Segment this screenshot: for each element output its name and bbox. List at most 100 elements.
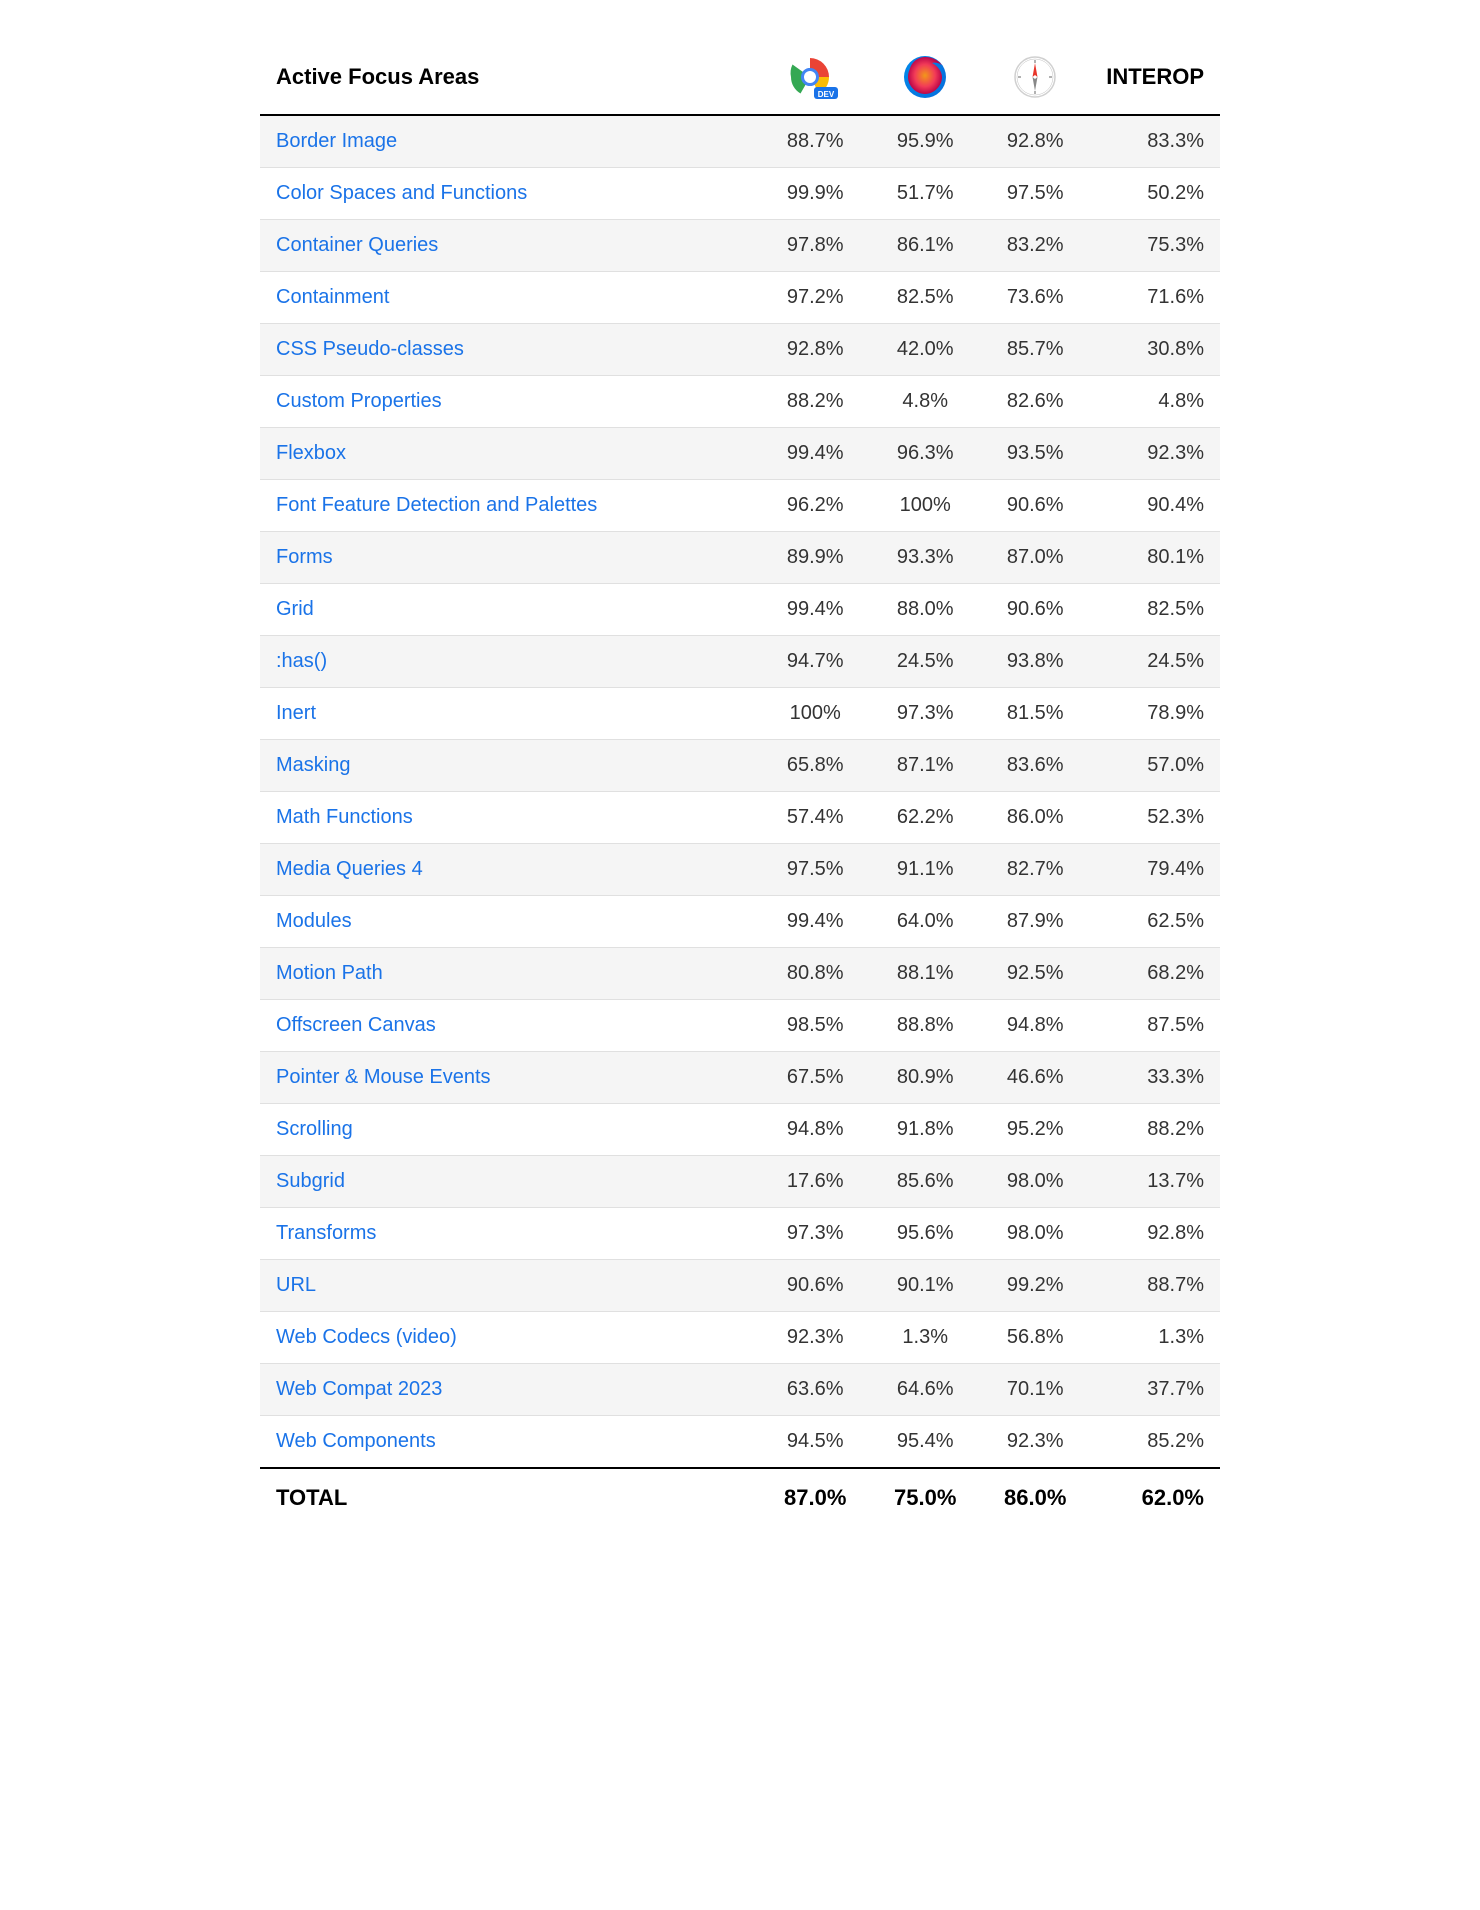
row-interop: 85.2% [1090, 1416, 1220, 1469]
row-name[interactable]: Inert [260, 688, 760, 740]
total-safari: 86.0% [980, 1468, 1090, 1527]
row-interop: 57.0% [1090, 740, 1220, 792]
table-row: Modules99.4%64.0%87.9%62.5% [260, 896, 1220, 948]
row-chrome: 99.4% [760, 896, 870, 948]
row-name[interactable]: Offscreen Canvas [260, 1000, 760, 1052]
row-safari: 87.0% [980, 532, 1090, 584]
row-name[interactable]: Forms [260, 532, 760, 584]
table-row: Web Codecs (video)92.3%1.3%56.8%1.3% [260, 1312, 1220, 1364]
row-chrome: 100% [760, 688, 870, 740]
row-name[interactable]: Grid [260, 584, 760, 636]
row-firefox: 91.1% [870, 844, 980, 896]
row-safari: 83.6% [980, 740, 1090, 792]
row-name[interactable]: Border Image [260, 115, 760, 168]
table-row: Offscreen Canvas98.5%88.8%94.8%87.5% [260, 1000, 1220, 1052]
total-label: TOTAL [260, 1468, 760, 1527]
row-chrome: 94.5% [760, 1416, 870, 1469]
row-name[interactable]: Web Codecs (video) [260, 1312, 760, 1364]
row-firefox: 88.0% [870, 584, 980, 636]
row-firefox: 64.6% [870, 1364, 980, 1416]
row-firefox: 88.1% [870, 948, 980, 1000]
column-header-safari [980, 40, 1090, 115]
row-name[interactable]: Modules [260, 896, 760, 948]
main-container: Active Focus Areas [260, 40, 1220, 1527]
row-name[interactable]: Media Queries 4 [260, 844, 760, 896]
row-chrome: 94.7% [760, 636, 870, 688]
table-row: Web Compat 202363.6%64.6%70.1%37.7% [260, 1364, 1220, 1416]
row-firefox: 64.0% [870, 896, 980, 948]
row-name[interactable]: Containment [260, 272, 760, 324]
row-firefox: 80.9% [870, 1052, 980, 1104]
row-firefox: 96.3% [870, 428, 980, 480]
row-name[interactable]: Transforms [260, 1208, 760, 1260]
row-name[interactable]: URL [260, 1260, 760, 1312]
column-header-firefox [870, 40, 980, 115]
row-interop: 92.3% [1090, 428, 1220, 480]
row-firefox: 97.3% [870, 688, 980, 740]
table-row: Custom Properties88.2%4.8%82.6%4.8% [260, 376, 1220, 428]
row-interop: 79.4% [1090, 844, 1220, 896]
row-interop: 88.2% [1090, 1104, 1220, 1156]
row-chrome: 97.5% [760, 844, 870, 896]
row-firefox: 87.1% [870, 740, 980, 792]
total-interop: 62.0% [1090, 1468, 1220, 1527]
row-name[interactable]: Web Components [260, 1416, 760, 1469]
table-row: Flexbox99.4%96.3%93.5%92.3% [260, 428, 1220, 480]
row-chrome: 99.4% [760, 428, 870, 480]
row-safari: 46.6% [980, 1052, 1090, 1104]
row-interop: 62.5% [1090, 896, 1220, 948]
row-firefox: 90.1% [870, 1260, 980, 1312]
row-interop: 33.3% [1090, 1052, 1220, 1104]
focus-areas-table: Active Focus Areas [260, 40, 1220, 1527]
row-name[interactable]: Subgrid [260, 1156, 760, 1208]
row-name[interactable]: :has() [260, 636, 760, 688]
row-name[interactable]: Pointer & Mouse Events [260, 1052, 760, 1104]
row-name[interactable]: Masking [260, 740, 760, 792]
row-name[interactable]: Scrolling [260, 1104, 760, 1156]
row-firefox: 93.3% [870, 532, 980, 584]
row-firefox: 91.8% [870, 1104, 980, 1156]
svg-text:DEV: DEV [818, 90, 835, 99]
row-name[interactable]: Motion Path [260, 948, 760, 1000]
row-safari: 70.1% [980, 1364, 1090, 1416]
row-interop: 1.3% [1090, 1312, 1220, 1364]
row-name[interactable]: Flexbox [260, 428, 760, 480]
row-name[interactable]: Math Functions [260, 792, 760, 844]
row-name[interactable]: CSS Pseudo-classes [260, 324, 760, 376]
row-chrome: 92.8% [760, 324, 870, 376]
row-interop: 4.8% [1090, 376, 1220, 428]
row-name[interactable]: Web Compat 2023 [260, 1364, 760, 1416]
row-chrome: 88.7% [760, 115, 870, 168]
row-name[interactable]: Color Spaces and Functions [260, 168, 760, 220]
safari-icon [1013, 55, 1057, 99]
row-safari: 92.8% [980, 115, 1090, 168]
total-firefox: 75.0% [870, 1468, 980, 1527]
row-chrome: 97.3% [760, 1208, 870, 1260]
row-chrome: 67.5% [760, 1052, 870, 1104]
table-row: Border Image88.7%95.9%92.8%83.3% [260, 115, 1220, 168]
row-safari: 98.0% [980, 1208, 1090, 1260]
row-name[interactable]: Container Queries [260, 220, 760, 272]
row-safari: 81.5% [980, 688, 1090, 740]
firefox-icon-group [886, 54, 964, 100]
safari-icon-group [996, 55, 1074, 99]
row-firefox: 42.0% [870, 324, 980, 376]
row-firefox: 24.5% [870, 636, 980, 688]
row-chrome: 99.9% [760, 168, 870, 220]
table-row: Transforms97.3%95.6%98.0%92.8% [260, 1208, 1220, 1260]
table-row: Media Queries 497.5%91.1%82.7%79.4% [260, 844, 1220, 896]
column-header-chrome: DEV [760, 40, 870, 115]
table-header-row: Active Focus Areas [260, 40, 1220, 115]
row-name[interactable]: Custom Properties [260, 376, 760, 428]
table-row: Font Feature Detection and Palettes96.2%… [260, 480, 1220, 532]
table-row: Container Queries97.8%86.1%83.2%75.3% [260, 220, 1220, 272]
row-interop: 80.1% [1090, 532, 1220, 584]
row-firefox: 95.4% [870, 1416, 980, 1469]
row-firefox: 1.3% [870, 1312, 980, 1364]
table-row: Subgrid17.6%85.6%98.0%13.7% [260, 1156, 1220, 1208]
row-interop: 30.8% [1090, 324, 1220, 376]
row-name[interactable]: Font Feature Detection and Palettes [260, 480, 760, 532]
row-safari: 93.8% [980, 636, 1090, 688]
row-chrome: 63.6% [760, 1364, 870, 1416]
row-firefox: 82.5% [870, 272, 980, 324]
